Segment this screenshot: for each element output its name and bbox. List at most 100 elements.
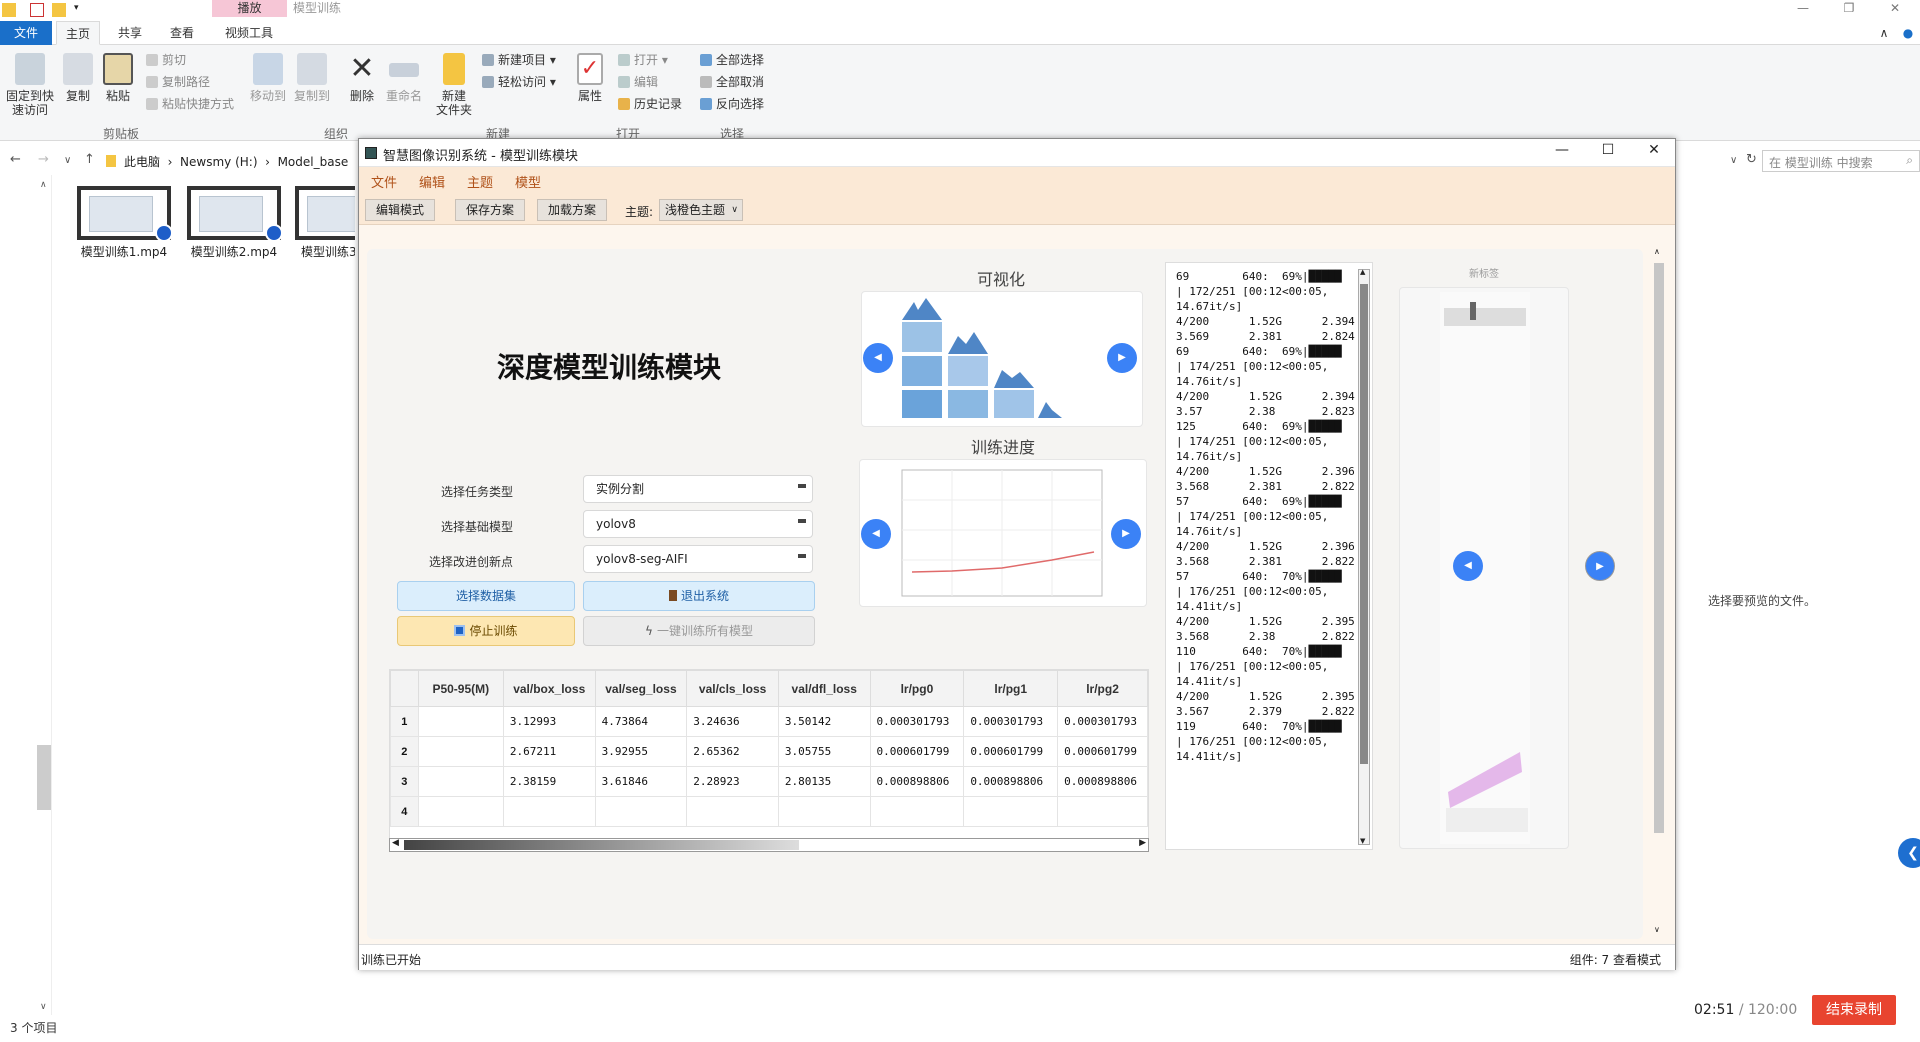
tab-view[interactable]: 查看 [160,21,204,45]
customize-qat-icon[interactable]: ▾ [74,3,88,17]
history-button[interactable]: 历史记录 [618,97,682,111]
pin-quick-access-button[interactable]: 固定到快 速访问 [4,53,56,117]
new-folder-icon[interactable] [52,3,66,17]
main-vscrollbar[interactable]: ∧ ∨ [1652,247,1666,939]
delete-button[interactable]: ✕ 删除 [344,53,380,104]
explorer-minimize-button[interactable]: — [1780,0,1826,17]
breadcrumb[interactable]: 此电脑 › Newsmy (H:) › Model_base [124,153,348,170]
file-item[interactable]: 模型训练2.mp4 [185,186,283,260]
refresh-icon[interactable]: ↻ [1746,152,1757,167]
table-row[interactable]: 4 [390,796,1148,827]
navigation-pane[interactable] [0,175,52,1015]
improvement-select[interactable]: yolov8-seg-AIFI [583,545,813,573]
forward-arrow-icon[interactable]: → [38,152,49,167]
column-header[interactable]: val/seg_loss [594,670,688,707]
address-dropdown-icon[interactable]: ∨ [1730,155,1737,166]
select-dataset-button[interactable]: 选择数据集 [397,581,575,611]
panel-prev-button[interactable]: ◀ [1453,551,1483,581]
exit-system-button[interactable]: 退出系统 [583,581,815,611]
column-header[interactable]: val/dfl_loss [777,670,871,707]
up-arrow-icon[interactable]: ↑ [84,152,95,167]
load-plan-button[interactable]: 加载方案 [537,199,608,221]
save-plan-button[interactable]: 保存方案 [455,199,526,221]
copy-path-button[interactable]: 复制路径 [146,75,210,89]
copy-to-button[interactable]: 复制到 [292,53,332,103]
base-model-select[interactable]: yolov8 [583,510,813,538]
app-minimize-button[interactable]: — [1539,142,1585,164]
file-item[interactable]: 模型训练3. [295,186,355,260]
scroll-down-icon[interactable]: ▼ [1360,837,1365,845]
table-row[interactable]: 3 2.38159 3.61846 2.28923 2.80135 0.000898806… [390,766,1148,797]
context-tab-play[interactable]: 播放 [212,0,287,17]
new-item-button[interactable]: 新建项目 ▾ [482,53,556,67]
tab-home[interactable]: 主页 [56,21,100,45]
table-row[interactable]: 1 3.12993 4.73864 3.24636 3.50142 0.000301793… [390,706,1148,737]
task-type-select[interactable]: 实例分割 [583,475,813,503]
new-folder-button[interactable]: 新建 文件夹 [434,53,474,117]
rename-button[interactable]: 重命名 [384,53,424,103]
search-input[interactable]: 在 模型训练 中搜索 ⌕ [1762,150,1920,172]
column-header[interactable]: lr/pg1 [963,670,1059,707]
paste-button[interactable]: 粘贴 [100,53,136,103]
tab-file[interactable]: 文件 [0,21,52,45]
theme-select[interactable]: 浅橙色主题 ∨ [659,199,743,221]
column-header[interactable]: val/box_loss [502,670,596,707]
table-hscroll-thumb[interactable] [404,840,799,850]
app-maximize-button[interactable]: ☐ [1585,142,1631,164]
tab-share[interactable]: 共享 [108,21,152,45]
column-header[interactable]: lr/pg2 [1057,670,1148,707]
column-header[interactable]: lr/pg0 [869,670,965,707]
invert-selection-button[interactable]: 反向选择 [700,97,764,111]
log-scrollbar[interactable]: ▲ ▼ [1358,268,1370,845]
recent-chevron-icon[interactable]: ∨ [64,155,71,166]
visual-prev-button[interactable]: ◀ [863,343,893,373]
paste-shortcut-button[interactable]: 粘贴快捷方式 [146,97,234,111]
app-close-button[interactable]: ✕ [1631,142,1677,164]
properties-button[interactable]: ✓ 属性 [572,53,608,103]
progress-next-button[interactable]: ▶ [1111,519,1141,549]
help-icon[interactable]: ● [1898,21,1918,45]
menu-edit[interactable]: 编辑 [419,172,445,191]
log-scroll-thumb[interactable] [1360,284,1368,764]
end-recording-button[interactable]: 结束录制 [1812,995,1896,1025]
menu-model[interactable]: 模型 [515,172,541,191]
train-all-models-button[interactable]: ϟ 一键训练所有模型 [583,616,815,646]
explorer-maximize-button[interactable]: ❐ [1826,0,1872,17]
table-row[interactable]: 2 2.67211 3.92955 2.65362 3.05755 0.000601799… [390,736,1148,767]
visual-next-button[interactable]: ▶ [1107,343,1137,373]
scroll-right-icon[interactable]: ▶ [1139,838,1146,848]
select-all-button[interactable]: 全部选择 [700,53,764,67]
select-none-button[interactable]: 全部取消 [700,75,764,89]
back-arrow-icon[interactable]: ← [10,152,21,167]
scroll-up-icon[interactable]: ▲ [1360,268,1365,276]
column-header[interactable]: P50-95(M) [417,670,504,707]
edit-mode-button[interactable]: 编辑模式 [365,199,436,221]
edit-button[interactable]: 编辑 [618,75,658,89]
nav-scroll-down-icon[interactable]: ∨ [40,1002,47,1012]
nav-scrollbar-thumb[interactable] [37,745,51,810]
nav-scroll-up-icon[interactable]: ∧ [40,180,47,190]
file-item[interactable]: 模型训练1.mp4 [75,186,173,260]
move-to-button[interactable]: 移动到 [248,53,288,103]
menu-file[interactable]: 文件 [371,172,397,191]
scroll-up-icon[interactable]: ∧ [1654,247,1660,256]
tab-video-tools[interactable]: 视频工具 [216,21,282,45]
corner-header[interactable] [390,670,419,707]
explorer-close-button[interactable]: ✕ [1872,0,1918,17]
stop-training-button[interactable]: 停止训练 [397,616,575,646]
progress-prev-button[interactable]: ◀ [861,519,891,549]
cut-button[interactable]: 剪切 [146,53,186,67]
main-vscroll-thumb[interactable] [1654,263,1664,833]
easy-access-button[interactable]: 轻松访问 ▾ [482,75,556,89]
scroll-down-icon[interactable]: ∨ [1654,925,1660,934]
ribbon-collapse-icon[interactable]: ∧ [1874,21,1894,45]
side-collapse-chevron-icon[interactable]: ❮ [1898,838,1920,868]
column-header[interactable]: val/cls_loss [686,670,779,707]
training-log[interactable]: 69 640: 69%|█████ | 172/251 [00:12<00:05… [1165,262,1373,850]
open-button[interactable]: 打开 ▾ [618,53,668,67]
properties-icon[interactable] [30,3,44,17]
copy-button[interactable]: 复制 [60,53,96,103]
table-hscrollbar[interactable]: ◀ ▶ [389,838,1149,852]
panel-next-button[interactable]: ▶ [1585,551,1615,581]
scroll-left-icon[interactable]: ◀ [392,838,399,848]
